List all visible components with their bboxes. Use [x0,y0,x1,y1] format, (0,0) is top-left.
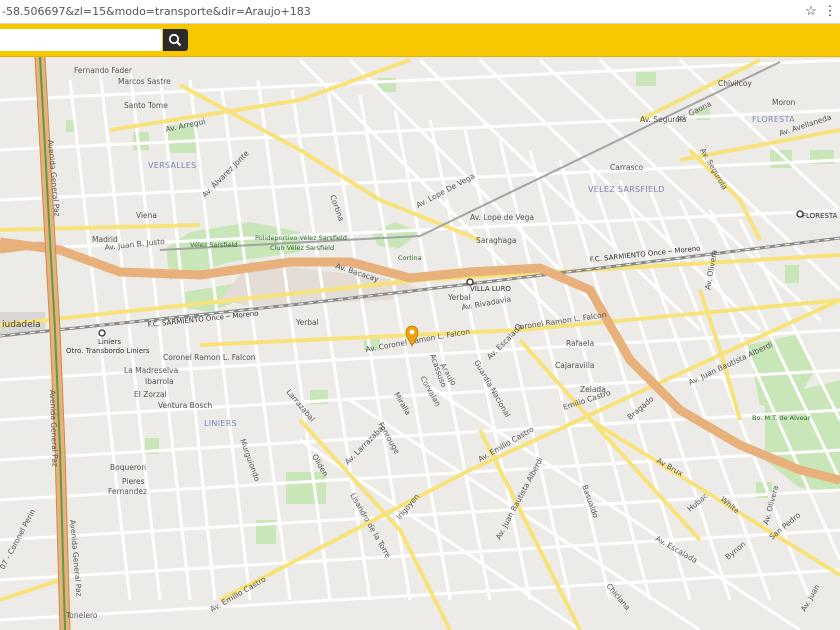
park-small-3 [636,72,656,86]
browser-address-bar[interactable]: -58.506697&zl=15&modo=transporte&dir=Ara… [0,0,840,24]
label-velez: VELEZ SARSFIELD [588,185,665,194]
label-moron: Moron [772,98,796,107]
map-canvas[interactable]: VERSALLES VELEZ SARSFIELD FLORESTA LINIE… [0,57,840,630]
url-text[interactable]: -58.506697&zl=15&modo=transporte&dir=Ara… [2,5,311,18]
label-zelada: Zelada [580,385,606,394]
label-ciudadela: iudadela [2,320,41,330]
label-lope-vega2: Av. Lope de Vega [470,213,534,222]
station-floresta-icon [796,210,804,218]
label-rafaela: Rafaela [566,339,594,348]
search-toolbar [0,24,840,57]
label-fernandez: Fernandez [108,487,147,496]
station-villa-luro-icon [466,278,474,286]
label-mt-alvear: Bo. M.T. de Alvear [752,414,811,422]
label-chivilcoy: Chivilcoy [718,79,752,88]
label-ibarrola: Ibarrola [145,377,174,386]
label-transbordo: Otro. Transbordo Liniers [66,347,150,355]
label-floresta: FLORESTA [752,115,795,124]
label-marcos-sastre: Marcos Sastre [118,77,171,86]
label-liniers: LINIERS [204,419,237,428]
search-button[interactable] [163,29,188,51]
label-madreselva: La Madreselva [124,366,178,375]
park-small-1 [133,132,149,150]
label-villa-luro: VILLA LURO [470,285,511,293]
label-poli1: Polideportivo Vélez Sarsfield [255,234,347,242]
label-yerbal2: Yerbal [295,318,319,327]
label-viena: Viena [136,211,157,220]
more-vert-icon[interactable]: ⋮ [822,3,838,19]
label-velez-park: Vélez Sarsfield [190,241,237,249]
label-saraghaga: Saraghaga [476,236,517,245]
label-pieres: Pieres [122,477,145,486]
station-liniers-icon [98,329,106,337]
label-santo-tome: Santo Tome [124,101,168,110]
park-small-7 [785,265,799,283]
label-cajaravilla: Cajaravilla [555,361,594,370]
address-search-input[interactable] [0,29,162,51]
label-boqueron: Boqueron [110,463,146,472]
label-versalles: VERSALLES [148,161,197,170]
map-view[interactable]: VERSALLES VELEZ SARSFIELD FLORESTA LINIE… [0,57,840,630]
label-poli2: Club Vélez Sarsfield [270,244,334,252]
label-madrid: Madrid [92,235,118,244]
label-yerbal: Yerbal [447,293,471,302]
search-icon [168,33,182,47]
label-falcon2: Coronel Ramon L. Falcon [163,353,256,362]
label-floresta-station: FLORESTA [802,212,838,220]
label-fernando-fader: Fernando Fader [74,66,133,75]
label-segurola: Av. Segurola [640,115,686,124]
label-ventura-bosch: Ventura Bosch [158,401,212,410]
park-small-8 [286,472,326,504]
label-liniers-station: Liniers [98,338,121,346]
label-carrasco: Carrasco [610,163,643,172]
label-el-zorzal: El Zorzal [134,390,167,399]
star-icon[interactable]: ☆ [803,3,819,19]
label-cortina-park: Cortina [398,254,422,262]
label-tonelero: Tonelero [65,611,98,620]
